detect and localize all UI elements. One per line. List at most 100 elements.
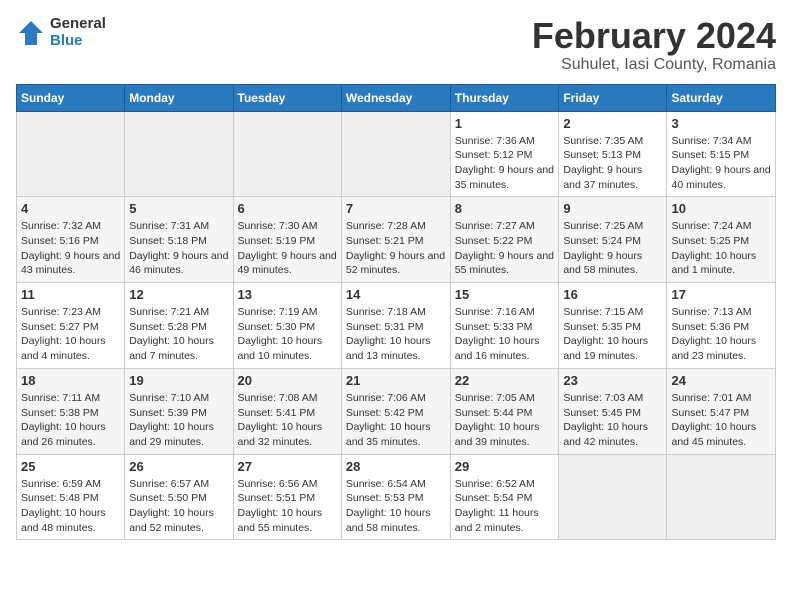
- calendar-cell: 25 Sunrise: 6:59 AMSunset: 5:48 PMDayligh…: [17, 454, 125, 540]
- day-info: Sunrise: 7:08 AMSunset: 5:41 PMDaylight:…: [238, 391, 337, 450]
- calendar-cell: [233, 111, 341, 197]
- day-info: Sunrise: 6:57 AMSunset: 5:50 PMDaylight:…: [129, 477, 228, 536]
- calendar-subtitle: Suhulet, Iasi County, Romania: [532, 56, 776, 74]
- day-number: 26: [129, 459, 228, 474]
- day-info: Sunrise: 7:03 AMSunset: 5:45 PMDaylight:…: [563, 391, 662, 450]
- calendar-cell: 19 Sunrise: 7:10 AMSunset: 5:39 PMDayligh…: [125, 368, 233, 454]
- weekday-header: Thursday: [450, 84, 559, 111]
- calendar-cell: 4 Sunrise: 7:32 AMSunset: 5:16 PMDaylight…: [17, 197, 125, 283]
- calendar-cell: [341, 111, 450, 197]
- calendar-week-row: 1 Sunrise: 7:36 AMSunset: 5:12 PMDaylight…: [17, 111, 776, 197]
- calendar-cell: 17Sunrise: 7:13 AMSunset: 5:36 PMDayligh…: [667, 283, 776, 369]
- calendar-week-row: 25 Sunrise: 6:59 AMSunset: 5:48 PMDayligh…: [17, 454, 776, 540]
- day-number: 16: [563, 287, 662, 302]
- calendar-cell: 23 Sunrise: 7:03 AMSunset: 5:45 PMDayligh…: [559, 368, 667, 454]
- calendar-cell: 14Sunrise: 7:18 AMSunset: 5:31 PMDayligh…: [341, 283, 450, 369]
- day-info: Sunrise: 7:15 AMSunset: 5:35 PMDaylight:…: [563, 305, 662, 364]
- day-info: Sunrise: 6:54 AMSunset: 5:53 PMDaylight:…: [346, 477, 446, 536]
- day-info: Sunrise: 7:19 AMSunset: 5:30 PMDaylight:…: [238, 305, 337, 364]
- day-number: 1: [455, 116, 555, 131]
- calendar-cell: 20 Sunrise: 7:08 AMSunset: 5:41 PMDayligh…: [233, 368, 341, 454]
- calendar-title: February 2024: [532, 16, 776, 56]
- logo-text: General Blue: [50, 16, 106, 49]
- calendar-cell: 16 Sunrise: 7:15 AMSunset: 5:35 PMDayligh…: [559, 283, 667, 369]
- day-info: Sunrise: 7:01 AMSunset: 5:47 PMDaylight:…: [671, 391, 771, 450]
- day-info: Sunrise: 7:13 AMSunset: 5:36 PMDaylight:…: [671, 305, 771, 364]
- calendar-cell: [667, 454, 776, 540]
- day-number: 8: [455, 201, 555, 216]
- calendar-cell: 24 Sunrise: 7:01 AMSunset: 5:47 PMDayligh…: [667, 368, 776, 454]
- day-number: 6: [238, 201, 337, 216]
- calendar-cell: 8Sunrise: 7:27 AMSunset: 5:22 PMDaylight…: [450, 197, 559, 283]
- day-info: Sunrise: 7:32 AMSunset: 5:16 PMDaylight:…: [21, 219, 120, 278]
- day-number: 21: [346, 373, 446, 388]
- calendar-cell: 10 Sunrise: 7:24 AMSunset: 5:25 PMDayligh…: [667, 197, 776, 283]
- day-info: Sunrise: 7:10 AMSunset: 5:39 PMDaylight:…: [129, 391, 228, 450]
- day-number: 2: [563, 116, 662, 131]
- title-section: February 2024 Suhulet, Iasi County, Roma…: [532, 16, 776, 74]
- calendar-cell: 6Sunrise: 7:30 AMSunset: 5:19 PMDaylight…: [233, 197, 341, 283]
- day-number: 9: [563, 201, 662, 216]
- calendar-cell: [17, 111, 125, 197]
- day-info: Sunrise: 7:23 AMSunset: 5:27 PMDaylight:…: [21, 305, 120, 364]
- logo-icon: [16, 18, 46, 48]
- day-info: Sunrise: 7:05 AMSunset: 5:44 PMDaylight:…: [455, 391, 555, 450]
- calendar-cell: 27 Sunrise: 6:56 AMSunset: 5:51 PMDayligh…: [233, 454, 341, 540]
- calendar-cell: 22 Sunrise: 7:05 AMSunset: 5:44 PMDayligh…: [450, 368, 559, 454]
- day-number: 11: [21, 287, 120, 302]
- calendar-cell: 2 Sunrise: 7:35 AMSunset: 5:13 PMDaylight…: [559, 111, 667, 197]
- day-number: 25: [21, 459, 120, 474]
- day-number: 24: [671, 373, 771, 388]
- weekday-header: Sunday: [17, 84, 125, 111]
- calendar-cell: 11 Sunrise: 7:23 AMSunset: 5:27 PMDayligh…: [17, 283, 125, 369]
- weekday-header: Wednesday: [341, 84, 450, 111]
- calendar-cell: 9Sunrise: 7:25 AMSunset: 5:24 PMDaylight…: [559, 197, 667, 283]
- day-number: 10: [671, 201, 771, 216]
- day-number: 14: [346, 287, 446, 302]
- day-info: Sunrise: 6:52 AMSunset: 5:54 PMDaylight:…: [455, 477, 555, 536]
- day-info: Sunrise: 6:59 AMSunset: 5:48 PMDaylight:…: [21, 477, 120, 536]
- logo-blue-text: Blue: [50, 33, 106, 50]
- calendar-cell: [125, 111, 233, 197]
- calendar-cell: 5 Sunrise: 7:31 AMSunset: 5:18 PMDaylight…: [125, 197, 233, 283]
- day-number: 20: [238, 373, 337, 388]
- calendar-cell: 28Sunrise: 6:54 AMSunset: 5:53 PMDayligh…: [341, 454, 450, 540]
- day-number: 19: [129, 373, 228, 388]
- day-info: Sunrise: 7:31 AMSunset: 5:18 PMDaylight:…: [129, 219, 228, 278]
- weekday-header: Saturday: [667, 84, 776, 111]
- day-info: Sunrise: 7:24 AMSunset: 5:25 PMDaylight:…: [671, 219, 771, 278]
- calendar-cell: [559, 454, 667, 540]
- weekday-header: Tuesday: [233, 84, 341, 111]
- day-number: 4: [21, 201, 120, 216]
- day-number: 22: [455, 373, 555, 388]
- calendar-header-row: SundayMondayTuesdayWednesdayThursdayFrid…: [17, 84, 776, 111]
- logo-general-text: General: [50, 16, 106, 33]
- logo: General Blue: [16, 16, 106, 49]
- calendar-week-row: 11 Sunrise: 7:23 AMSunset: 5:27 PMDayligh…: [17, 283, 776, 369]
- calendar-cell: 15 Sunrise: 7:16 AMSunset: 5:33 PMDayligh…: [450, 283, 559, 369]
- calendar-cell: 21 Sunrise: 7:06 AMSunset: 5:42 PMDayligh…: [341, 368, 450, 454]
- day-number: 3: [671, 116, 771, 131]
- day-number: 23: [563, 373, 662, 388]
- day-info: Sunrise: 6:56 AMSunset: 5:51 PMDaylight:…: [238, 477, 337, 536]
- calendar-cell: 12 Sunrise: 7:21 AMSunset: 5:28 PMDayligh…: [125, 283, 233, 369]
- day-info: Sunrise: 7:28 AMSunset: 5:21 PMDaylight:…: [346, 219, 446, 278]
- day-number: 15: [455, 287, 555, 302]
- calendar-table: SundayMondayTuesdayWednesdayThursdayFrid…: [16, 84, 776, 541]
- day-info: Sunrise: 7:06 AMSunset: 5:42 PMDaylight:…: [346, 391, 446, 450]
- calendar-cell: 1 Sunrise: 7:36 AMSunset: 5:12 PMDaylight…: [450, 111, 559, 197]
- day-number: 27: [238, 459, 337, 474]
- calendar-cell: 7 Sunrise: 7:28 AMSunset: 5:21 PMDaylight…: [341, 197, 450, 283]
- day-info: Sunrise: 7:35 AMSunset: 5:13 PMDaylight:…: [563, 134, 662, 193]
- calendar-cell: 3Sunrise: 7:34 AMSunset: 5:15 PMDaylight…: [667, 111, 776, 197]
- day-info: Sunrise: 7:21 AMSunset: 5:28 PMDaylight:…: [129, 305, 228, 364]
- day-number: 12: [129, 287, 228, 302]
- day-number: 7: [346, 201, 446, 216]
- day-info: Sunrise: 7:16 AMSunset: 5:33 PMDaylight:…: [455, 305, 555, 364]
- calendar-cell: 26 Sunrise: 6:57 AMSunset: 5:50 PMDayligh…: [125, 454, 233, 540]
- day-number: 5: [129, 201, 228, 216]
- day-info: Sunrise: 7:11 AMSunset: 5:38 PMDaylight:…: [21, 391, 120, 450]
- weekday-header: Monday: [125, 84, 233, 111]
- day-number: 29: [455, 459, 555, 474]
- day-info: Sunrise: 7:36 AMSunset: 5:12 PMDaylight:…: [455, 134, 555, 193]
